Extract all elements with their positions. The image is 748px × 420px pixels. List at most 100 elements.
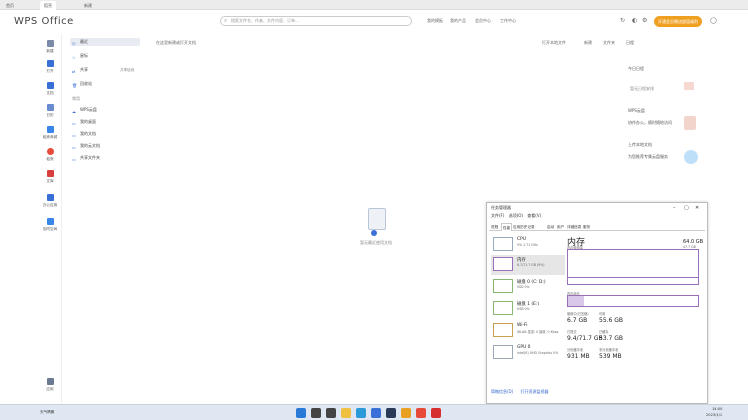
header-link-templates[interactable]: 我的模板 [427,18,443,24]
settings-icon[interactable]: ⚙ [642,17,647,24]
nav-item-trash[interactable]: 🗑 回收站 [70,80,140,88]
nav-item-shared[interactable]: ⇄ 共享 共享给我 [70,66,140,74]
steam-icon[interactable] [386,408,396,418]
perf-sidebar: CPU 5% 1.71 GHz 内存 6.7/71.7 GB (9%) 磁盘 0 (… [491,235,565,365]
search-icon[interactable] [311,408,321,418]
nav-fav-sharedfolder[interactable]: ▭ 共享文件夹 [70,154,140,162]
tab-home[interactable]: 首页 [2,1,18,10]
resource-monitor-link[interactable]: 打开资源监视器 [520,389,548,394]
leftbar-collab[interactable]: 协同空间 [38,218,62,232]
share-icon: ⇄ [72,69,76,74]
tab-new[interactable]: 新建 [80,1,96,10]
edge-icon[interactable] [356,408,366,418]
leftbar-apps[interactable]: 办公应用 [38,194,62,208]
header-link-member[interactable]: 会员中心 [475,18,491,24]
tab-startup[interactable]: 启动 [547,223,554,231]
explorer-icon[interactable] [341,408,351,418]
app-logo: WPS Office [14,16,74,27]
main-toolbar-hint: 在这里新建或打开文档 [156,40,196,45]
grid-icon [46,378,54,385]
nav-item-recent[interactable]: ◷ 最近 [70,38,140,46]
perf-item-cpu[interactable]: CPU 5% 1.71 GHz [491,235,565,255]
nav-fav-cloud[interactable]: ☁ WPS云盘 [70,106,140,114]
taskbar: 天气晴朗 14:00 2023/1/1 [0,404,748,420]
perf-item-memory[interactable]: 内存 6.7/71.7 GB (9%) [491,255,565,275]
gpu-thumbnail [493,345,513,359]
tab-users[interactable]: 用户 [557,223,564,231]
task-manager-title: 任务管理器 [491,205,511,210]
header-link-work[interactable]: 工作中心 [500,18,516,24]
clock-date[interactable]: 2023/1/1 [706,413,722,417]
clock-time[interactable]: 14:00 [712,407,722,411]
right-panel-title: 日程 [626,40,634,45]
open-local-button[interactable]: 打开本地文件 [542,40,566,46]
leftbar-daoke[interactable]: 稻壳 [38,148,62,162]
leftbar-library[interactable]: 文库 [38,170,62,184]
nav-fav-desktop[interactable]: ▭ 我的桌面 [70,118,140,126]
refresh-icon[interactable]: ↻ [620,17,625,24]
task-manager-menu: 文件(F) 选项(O) 查看(V) [491,213,541,219]
memory-thumbnail [493,257,513,271]
tab-performance[interactable]: 性能 [501,223,513,231]
avatar[interactable]: ◯ [710,17,717,24]
leftbar-new[interactable]: 新建 [38,40,62,54]
tab-app-history[interactable]: 应用历史记录 [513,223,535,231]
folder-button[interactable]: 文件夹 [603,40,615,46]
office-apps-icon [46,194,54,201]
maximize-icon[interactable]: ▢ [684,205,689,211]
minimize-icon[interactable]: – [673,205,676,211]
chrome-icon[interactable] [401,408,411,418]
cloud-icon: ☁ [72,109,76,114]
start-icon[interactable] [296,408,306,418]
new-button[interactable]: 新建 [584,40,592,46]
stat-label: 已缓存 [599,330,609,334]
desktop-icon: ▭ [72,121,76,126]
perf-item-disk1[interactable]: 磁盘 1 (E:) USB 0% [491,299,565,319]
stat-value: 55.6 GB [599,317,624,324]
daoke-icon [46,148,54,155]
nav-item-star[interactable]: ☆ 星标 [70,52,140,60]
search-input[interactable]: 搜索文件名、作者、文件内容、订单… [220,16,412,26]
close-icon[interactable] [684,82,694,90]
store-icon[interactable] [371,408,381,418]
collab-icon [46,218,54,225]
cloud-icon [46,126,54,133]
tab-processes[interactable]: 进程 [491,223,498,231]
right-panel-item[interactable]: 上传本地文档 [628,142,652,148]
tab-details[interactable]: 详细信息 [567,223,581,231]
leftbar-docs[interactable]: 文档 [38,82,62,96]
task-manager-window: 任务管理器 – ▢ ✕ 文件(F) 选项(O) 查看(V) 进程 性能 应用历史… [486,202,708,404]
nav-fav-docs[interactable]: ▭ 我的文档 [70,130,140,138]
wps-icon[interactable] [431,408,441,418]
app-icon[interactable] [416,408,426,418]
cpu-thumbnail [493,237,513,251]
right-panel-item: 暂无日程安排 [630,86,654,91]
skin-icon[interactable]: ◐ [632,17,637,24]
perf-item-disk0[interactable]: 磁盘 0 (C: D:) SSD 0% [491,277,565,297]
menu-view[interactable]: 查看(V) [527,213,541,218]
header-link-products[interactable]: 我的产品 [450,18,466,24]
library-icon [46,170,54,177]
left-sidebar: 新建 打开 文档 日历 稻壳商城 稻壳 文库 办公应用 协同空间 应用 [0,34,62,404]
leftbar-store[interactable]: 稻壳商城 [38,126,62,140]
taskview-icon[interactable] [326,408,336,418]
menu-options[interactable]: 选项(O) [509,213,523,218]
tab-daoke[interactable]: 稻壳 [40,1,56,10]
fewer-details-link[interactable]: 简略信息(D) [491,389,513,394]
task-manager-footer: 简略信息(D) 打开资源监视器 [491,389,548,395]
leftbar-app-center[interactable]: 应用 [38,378,62,392]
member-button[interactable]: 开通会员赠送超值福利 [654,16,702,27]
tab-services[interactable]: 服务 [583,223,590,231]
menu-file[interactable]: 文件(F) [491,213,504,218]
clock-icon: ◷ [72,41,76,46]
leftbar-open[interactable]: 打开 [38,60,62,74]
open-icon [46,60,54,67]
perf-item-wifi[interactable]: Wi-Fi WLAN 发送: 0 接收: 0 Kbps [491,321,565,341]
close-icon[interactable]: ✕ [695,205,699,211]
weather-widget[interactable]: 天气晴朗 [40,410,54,415]
perf-item-gpu[interactable]: GPU 0 Intel(R) UHD Graphics 0% [491,343,565,363]
new-icon [46,40,54,47]
leftbar-calendar[interactable]: 日历 [38,104,62,118]
right-panel-item: 为您推荐专属云盘服务 [628,154,668,159]
nav-fav-clouddocs[interactable]: ▭ 我的云文档 [70,142,140,150]
